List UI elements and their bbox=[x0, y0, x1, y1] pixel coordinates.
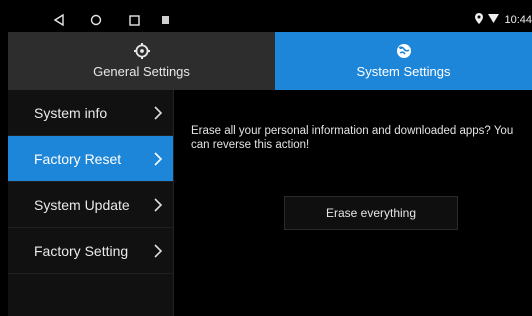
settings-sidebar: System info Factory Reset System Update … bbox=[8, 90, 174, 316]
tab-label: System Settings bbox=[356, 64, 451, 79]
reset-description: Erase all your personal information and … bbox=[191, 125, 514, 151]
sidebar-item-system-update[interactable]: System Update bbox=[8, 182, 173, 228]
sidebar-item-label: Factory Reset bbox=[34, 150, 122, 167]
sidebar-item-system-info[interactable]: System info bbox=[8, 90, 173, 136]
factory-reset-panel: Erase all your personal information and … bbox=[174, 90, 532, 316]
sidebar-item-label: System Update bbox=[34, 196, 130, 213]
sidebar-item-label: Factory Setting bbox=[34, 242, 129, 259]
sidebar-item-label: System info bbox=[34, 104, 108, 121]
home-icon[interactable] bbox=[88, 12, 104, 28]
sidebar-item-factory-setting[interactable]: Factory Setting bbox=[8, 228, 173, 274]
app-frame: 10:44 General Settings System Settings S… bbox=[8, 8, 532, 316]
clock-time: 10:44 bbox=[504, 14, 532, 26]
tab-system-settings[interactable]: System Settings bbox=[275, 32, 532, 90]
chevron-right-icon bbox=[153, 151, 163, 166]
erase-everything-button[interactable]: Erase everything bbox=[284, 196, 458, 230]
system-globe-icon bbox=[396, 43, 412, 59]
chevron-right-icon bbox=[153, 243, 163, 258]
sidebar-item-factory-reset[interactable]: Factory Reset bbox=[8, 136, 173, 182]
location-icon bbox=[475, 13, 484, 27]
status-indicators: 10:44 bbox=[475, 8, 532, 32]
settings-tabs: General Settings System Settings bbox=[8, 32, 532, 90]
gear-icon bbox=[133, 43, 150, 59]
recent-apps-icon[interactable] bbox=[126, 12, 142, 28]
status-bar: 10:44 bbox=[8, 8, 532, 32]
notification-icon bbox=[160, 12, 170, 28]
tab-label: General Settings bbox=[93, 64, 190, 79]
chevron-right-icon bbox=[153, 197, 163, 212]
back-icon[interactable] bbox=[51, 12, 67, 28]
chevron-right-icon bbox=[153, 105, 163, 120]
wifi-icon bbox=[488, 14, 500, 26]
tab-general-settings[interactable]: General Settings bbox=[8, 32, 275, 90]
